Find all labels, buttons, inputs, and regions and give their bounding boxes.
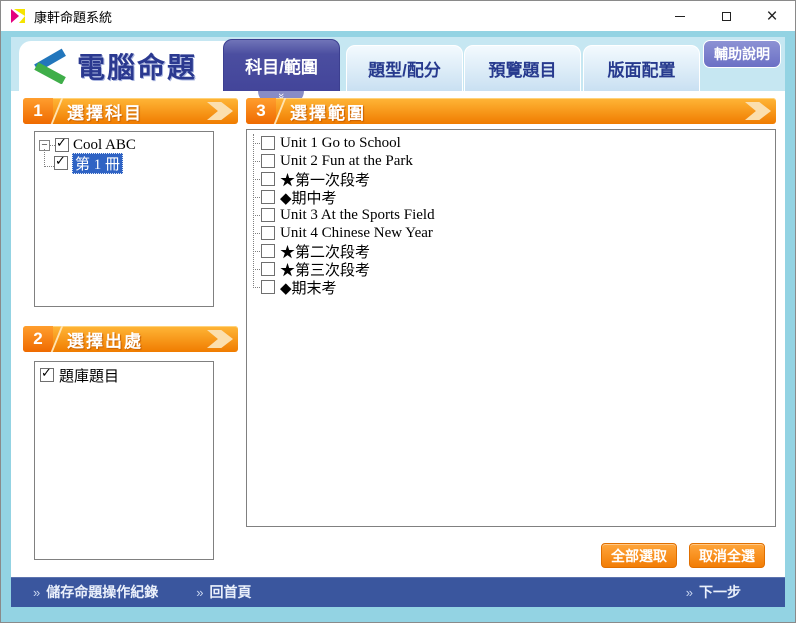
range-item-label: Unit 4 Chinese New Year bbox=[280, 224, 433, 241]
range-item[interactable]: ◆期中考 bbox=[253, 188, 769, 207]
chevron-right-icon: » bbox=[685, 584, 693, 600]
tab-label: 預覽題目 bbox=[488, 61, 557, 80]
home-link[interactable]: » 回首頁 bbox=[196, 582, 251, 602]
section-title: 選擇出處 bbox=[67, 331, 143, 351]
window-controls: × bbox=[657, 1, 795, 31]
section-source-banner: 2 選擇出處 bbox=[23, 326, 238, 352]
tab-layout[interactable]: 版面配置 bbox=[583, 45, 700, 91]
app-icon bbox=[10, 8, 26, 24]
select-all-button[interactable]: 全部選取 bbox=[601, 543, 677, 568]
tree-connector bbox=[253, 286, 260, 288]
range-item[interactable]: ★第三次段考 bbox=[253, 260, 769, 279]
tree-connector bbox=[253, 214, 260, 216]
checkbox[interactable] bbox=[261, 226, 275, 240]
checkbox-source[interactable] bbox=[40, 366, 54, 382]
deselect-all-button[interactable]: 取消全選 bbox=[689, 543, 765, 568]
footer-bar: » 儲存命題操作紀錄 » 回首頁 » 下一步 bbox=[11, 577, 785, 607]
tab-label: 版面配置 bbox=[607, 61, 676, 80]
subject-tree-panel: − Cool ABC 第 1 冊 bbox=[34, 131, 214, 307]
checkbox[interactable] bbox=[261, 262, 275, 276]
next-step-button[interactable]: » 下一步 bbox=[686, 582, 741, 602]
tree-node-child[interactable]: 第 1 冊 bbox=[37, 149, 211, 174]
home-label: 回首頁 bbox=[209, 584, 252, 600]
window-title: 康軒命題系統 bbox=[34, 9, 113, 25]
brand-k-icon bbox=[31, 48, 67, 84]
checkbox[interactable] bbox=[261, 172, 275, 186]
range-item-label: Unit 2 Fun at the Park bbox=[280, 152, 413, 169]
tree-child-label-selected: 第 1 冊 bbox=[72, 152, 124, 174]
logo-panel: 電腦命題 bbox=[19, 41, 281, 91]
source-item[interactable]: 題庫題目 bbox=[40, 366, 211, 385]
checkbox[interactable] bbox=[261, 280, 275, 294]
section-title: 選擇科目 bbox=[67, 103, 143, 123]
range-item-label: Unit 1 Go to School bbox=[280, 134, 401, 151]
next-step-label: 下一步 bbox=[699, 584, 741, 600]
range-item[interactable]: Unit 4 Chinese New Year bbox=[253, 224, 769, 242]
minimize-button[interactable] bbox=[657, 1, 703, 31]
main-content: » 1 選擇科目 − Cool ABC bbox=[11, 91, 785, 577]
tree-connector bbox=[253, 232, 260, 234]
maximize-icon bbox=[721, 11, 731, 21]
range-item-label: ◆期中考 bbox=[280, 190, 337, 207]
tree-connector bbox=[253, 250, 260, 252]
chevron-right-icon: » bbox=[196, 584, 204, 600]
tab-preview-questions[interactable]: 預覽題目 bbox=[464, 45, 581, 91]
save-record-link[interactable]: » 儲存命題操作紀錄 bbox=[33, 582, 158, 602]
tab-question-types[interactable]: 題型/配分 bbox=[346, 45, 463, 91]
arrow-right-icon bbox=[207, 330, 233, 348]
range-item-label: Unit 3 At the Sports Field bbox=[280, 206, 435, 223]
close-button[interactable]: × bbox=[749, 1, 795, 31]
tree-connector bbox=[44, 149, 54, 167]
section-subject-banner: 1 選擇科目 bbox=[23, 98, 238, 124]
range-list: Unit 1 Go to School Unit 2 Fun at the Par… bbox=[253, 134, 769, 297]
tab-label: 科目/範圍 bbox=[245, 58, 318, 77]
checkbox[interactable] bbox=[261, 190, 275, 204]
checkbox[interactable] bbox=[261, 136, 275, 150]
arrow-right-icon bbox=[207, 102, 233, 120]
maximize-button[interactable] bbox=[703, 1, 749, 31]
range-item[interactable]: Unit 3 At the Sports Field bbox=[253, 206, 769, 224]
close-icon: × bbox=[766, 5, 778, 27]
range-item[interactable]: ★第一次段考 bbox=[253, 170, 769, 189]
tree-connector bbox=[253, 142, 260, 144]
chevron-right-icon: » bbox=[33, 584, 41, 600]
step-number: 3 bbox=[246, 98, 276, 124]
source-panel: 題庫題目 bbox=[34, 361, 214, 560]
title-bar: 康軒命題系統 × bbox=[1, 1, 795, 31]
step-number: 1 bbox=[23, 98, 53, 124]
arrow-right-icon bbox=[745, 102, 771, 120]
step-number: 2 bbox=[23, 326, 53, 352]
range-item[interactable]: Unit 1 Go to School bbox=[253, 134, 769, 152]
tree-connector bbox=[253, 178, 260, 180]
save-record-label: 儲存命題操作紀錄 bbox=[46, 584, 159, 600]
checkbox-child[interactable] bbox=[54, 154, 68, 170]
tree-connector bbox=[253, 196, 260, 198]
source-item-label: 題庫題目 bbox=[59, 368, 120, 385]
checkbox[interactable] bbox=[261, 154, 275, 168]
help-button[interactable]: 輔助說明 bbox=[703, 40, 781, 68]
checkbox-root[interactable] bbox=[55, 136, 69, 152]
app-window: 康軒命題系統 × 電腦命題 科目/範圍 題型/配分 預覽題目 版面配置 輔助說明… bbox=[0, 0, 796, 623]
checkbox[interactable] bbox=[261, 244, 275, 258]
range-item[interactable]: Unit 2 Fun at the Park bbox=[253, 152, 769, 170]
checkbox[interactable] bbox=[261, 208, 275, 222]
tab-label: 題型/配分 bbox=[368, 61, 441, 80]
tree-connector bbox=[253, 160, 260, 162]
header: 電腦命題 科目/範圍 題型/配分 預覽題目 版面配置 輔助說明 bbox=[11, 37, 785, 91]
tree-root-label: Cool ABC bbox=[73, 136, 136, 153]
page-title: 電腦命題 bbox=[77, 52, 198, 83]
tab-subject-range[interactable]: 科目/範圍 bbox=[223, 39, 340, 91]
minimize-icon bbox=[675, 15, 685, 17]
window-frame: 電腦命題 科目/範圍 題型/配分 預覽題目 版面配置 輔助說明 » 1 選擇科目 bbox=[1, 31, 795, 622]
tree-connector bbox=[253, 268, 260, 270]
section-title: 選擇範圍 bbox=[290, 103, 366, 123]
range-item[interactable]: ★第二次段考 bbox=[253, 242, 769, 261]
tree-node-root[interactable]: − Cool ABC bbox=[37, 136, 211, 154]
section-range-banner: 3 選擇範圍 bbox=[246, 98, 776, 124]
range-item[interactable]: ◆期末考 bbox=[253, 278, 769, 297]
range-panel: Unit 1 Go to School Unit 2 Fun at the Par… bbox=[246, 129, 776, 527]
range-item-label: ◆期末考 bbox=[280, 280, 337, 297]
